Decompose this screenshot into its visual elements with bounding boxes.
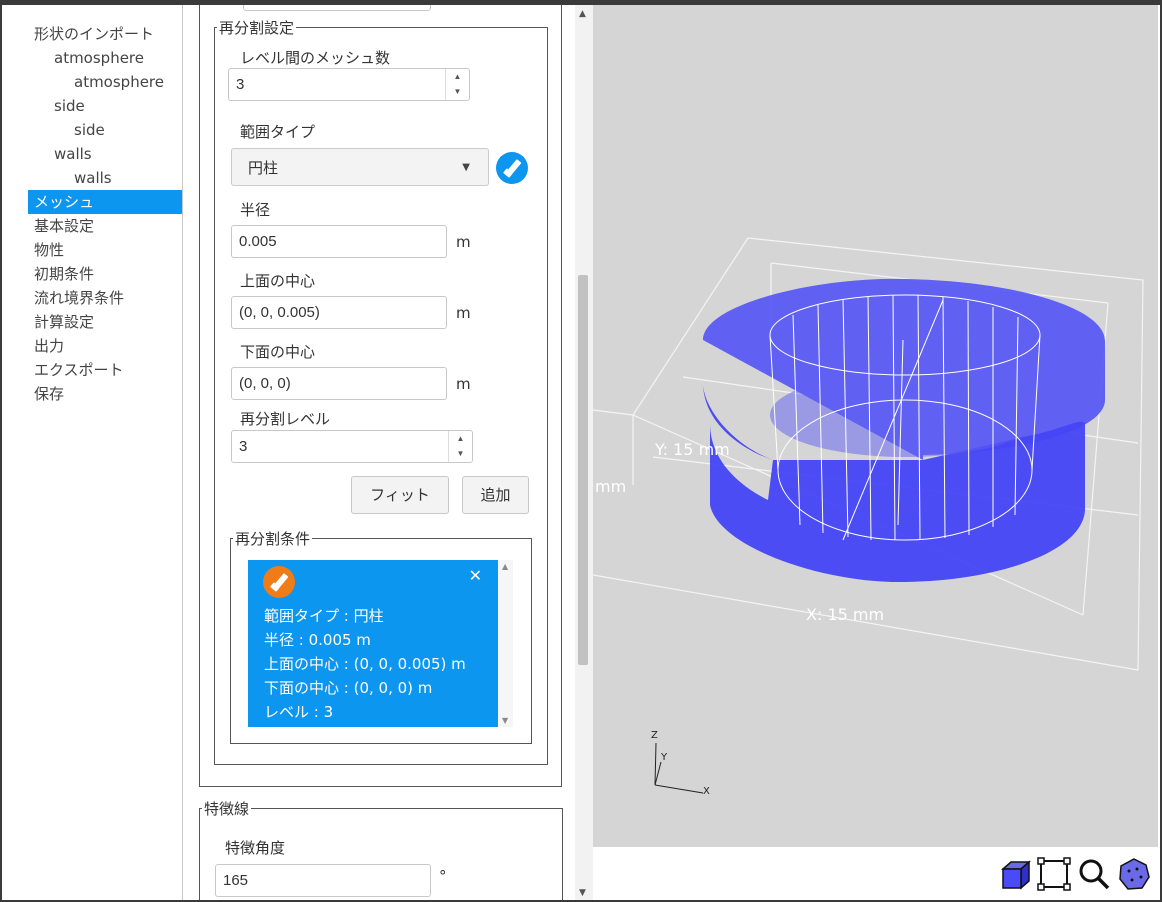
sidebar-item-export[interactable]: エクスポート <box>28 358 182 382</box>
refine-level-label: 再分割レベル <box>240 410 331 428</box>
refine-conditions-legend: 再分割条件 <box>235 530 311 548</box>
bottom-center-input[interactable]: (0, 0, 0) <box>231 367 447 400</box>
x-dimension-label: X: 15 mm <box>806 605 884 624</box>
cube-view-icon[interactable] <box>997 857 1031 891</box>
bottom-center-value: (0, 0, 0) <box>239 375 291 392</box>
top-center-unit: m <box>456 304 471 322</box>
scroll-down-arrow[interactable]: ▼ <box>579 888 586 898</box>
axis-z-label: Z <box>651 730 658 741</box>
card-list-scrollbar[interactable]: ▲ ▼ <box>499 560 513 727</box>
feature-lines-legend: 特徴線 <box>204 800 250 818</box>
sidebar-item-atmosphere[interactable]: atmosphere <box>28 46 182 70</box>
scroll-thumb[interactable] <box>578 275 588 665</box>
mesh-between-levels-value: 3 <box>236 76 245 93</box>
top-center-value: (0, 0, 0.005) <box>239 304 320 321</box>
viewport-toolbar <box>593 847 1158 900</box>
feature-angle-input[interactable]: 165 <box>215 864 431 897</box>
cylinder-inner-shade <box>770 373 1040 457</box>
scene-canvas[interactable]: Y: 15 mm X: 15 mm mm Z Y X <box>593 5 1158 847</box>
refine-settings-legend: 再分割設定 <box>219 19 295 37</box>
top-center-input[interactable]: (0, 0, 0.005) <box>231 296 447 329</box>
sidebar-item-flow-boundary[interactable]: 流れ境界条件 <box>28 286 182 310</box>
sidebar-item-side-child[interactable]: side <box>28 118 182 142</box>
sidebar-item-basic-settings[interactable]: 基本設定 <box>28 214 182 238</box>
mesh-between-levels-label: レベル間のメッシュ数 <box>240 49 391 67</box>
zoom-icon[interactable] <box>1077 857 1111 891</box>
refine-level-value: 3 <box>239 438 248 455</box>
top-center-label: 上面の中心 <box>240 272 316 290</box>
refine-level-stepper[interactable]: ▲ ▼ <box>448 431 472 462</box>
mesh-between-levels-stepper[interactable]: ▲ ▼ <box>445 69 469 100</box>
radius-unit: m <box>456 233 471 251</box>
radius-value: 0.005 <box>239 233 277 250</box>
brush-tool-icon[interactable] <box>496 152 528 184</box>
range-type-select[interactable]: 円柱 ▼ <box>231 148 489 186</box>
sidebar-item-calc-settings[interactable]: 計算設定 <box>28 310 182 334</box>
y-dimension-label: Y: 15 mm <box>654 440 730 459</box>
sidebar-item-walls-child[interactable]: walls <box>28 166 182 190</box>
range-type-label: 範囲タイプ <box>240 123 316 141</box>
sidebar-item-mesh[interactable]: メッシュ <box>28 190 182 214</box>
axis-y-label: Y <box>660 752 668 763</box>
feature-angle-unit: ° <box>439 867 447 885</box>
brush-orange-icon <box>263 566 295 598</box>
card-line-bottom-center: 下面の中心 : (0, 0, 0) m <box>264 679 433 697</box>
sidebar-item-initial-conditions[interactable]: 初期条件 <box>28 262 182 286</box>
fit-frame-icon[interactable] <box>1037 857 1071 891</box>
card-line-range-type: 範囲タイプ : 円柱 <box>264 607 384 625</box>
sidebar-item-atmosphere-child[interactable]: atmosphere <box>28 70 182 94</box>
sidebar-item-output[interactable]: 出力 <box>28 334 182 358</box>
partial-input-above[interactable] <box>243 5 431 11</box>
sidebar-item-import[interactable]: 形状のインポート <box>28 22 182 46</box>
bottom-center-unit: m <box>456 375 471 393</box>
sidebar-nav: 形状のインポート atmosphere atmosphere side side… <box>28 22 182 406</box>
feature-angle-value: 165 <box>223 872 249 889</box>
range-type-value: 円柱 <box>248 159 279 177</box>
radius-label: 半径 <box>240 201 271 219</box>
mesh-sphere-icon[interactable] <box>1117 857 1151 891</box>
sidebar-item-walls[interactable]: walls <box>28 142 182 166</box>
refine-level-input[interactable]: 3 ▲ ▼ <box>231 430 473 463</box>
mesh-between-levels-input[interactable]: 3 ▲ ▼ <box>228 68 470 101</box>
axis-x-label: X <box>703 786 710 797</box>
add-button[interactable]: 追加 <box>462 476 529 514</box>
refine-condition-card[interactable]: ✕ 範囲タイプ : 円柱 半径 : 0.005 m 上面の中心 : (0, 0,… <box>248 560 498 727</box>
sidebar-item-properties[interactable]: 物性 <box>28 238 182 262</box>
close-icon[interactable]: ✕ <box>469 566 482 585</box>
settings-panel: 再分割設定 レベル間のメッシュ数 3 ▲ ▼ 範囲タイプ 円柱 ▼ 半径 0.00… <box>183 5 593 900</box>
card-line-level: レベル : 3 <box>264 703 334 721</box>
3d-viewport[interactable]: Y: 15 mm X: 15 mm mm Z Y X <box>593 5 1158 847</box>
axis-triad <box>654 742 704 794</box>
partial-dimension-label: mm <box>595 477 626 496</box>
sidebar-item-save[interactable]: 保存 <box>28 382 182 406</box>
feature-angle-label: 特徴角度 <box>225 839 286 857</box>
sidebar-item-side[interactable]: side <box>28 94 182 118</box>
bottom-center-label: 下面の中心 <box>240 343 316 361</box>
panel-scrollbar[interactable]: ▲ ▼ <box>575 5 593 900</box>
radius-input[interactable]: 0.005 <box>231 225 447 258</box>
fit-button[interactable]: フィット <box>351 476 449 514</box>
card-line-top-center: 上面の中心 : (0, 0, 0.005) m <box>264 655 466 673</box>
scroll-up-arrow[interactable]: ▲ <box>579 9 586 19</box>
card-line-radius: 半径 : 0.005 m <box>264 631 371 649</box>
chevron-down-icon: ▼ <box>462 162 470 173</box>
